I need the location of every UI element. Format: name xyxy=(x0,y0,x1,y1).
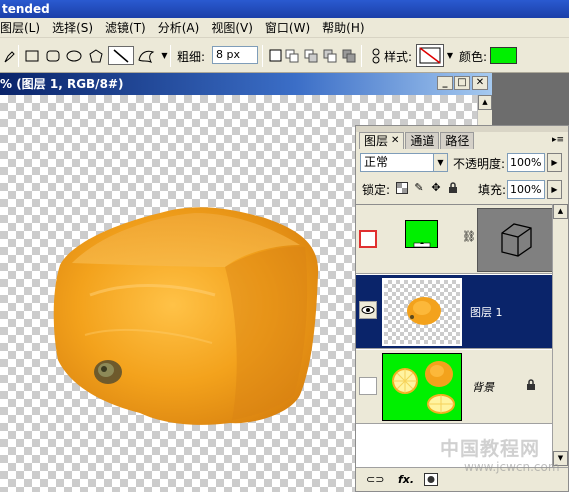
chevron-down-icon[interactable]: ▼ xyxy=(433,154,447,171)
separator xyxy=(262,45,263,67)
custom-shape-icon[interactable] xyxy=(136,46,155,65)
layer-row-adjustment[interactable]: ⛓ xyxy=(356,205,553,274)
intersect-shape-area-icon[interactable] xyxy=(321,46,340,65)
opacity-input[interactable]: 100% xyxy=(507,153,545,172)
maximize-icon[interactable]: □ xyxy=(454,76,470,90)
add-mask-icon[interactable] xyxy=(424,473,438,487)
style-dropdown-icon[interactable]: ▼ xyxy=(445,45,455,66)
layer1-name[interactable]: 图层 1 xyxy=(470,304,503,320)
lock-icon xyxy=(526,379,536,394)
blend-mode-select[interactable]: 正常 ▼ xyxy=(360,153,448,172)
exclude-overlap-icon[interactable] xyxy=(340,46,359,65)
pen-tool-icon[interactable] xyxy=(0,46,19,65)
rectangle-shape-icon[interactable] xyxy=(22,46,41,65)
document-title-bar: % (图层 1, RGB/8#) _ □ ✕ xyxy=(0,73,492,95)
opacity-slider-icon[interactable]: ▶ xyxy=(547,153,562,172)
document-title: % (图层 1, RGB/8#) xyxy=(0,77,124,91)
line-shape-icon[interactable] xyxy=(108,46,134,65)
link-layers-icon[interactable]: ⊂⊃ xyxy=(366,473,384,487)
tab-layers-label: 图层 xyxy=(364,134,389,148)
weight-input[interactable]: 8 px xyxy=(212,46,258,64)
visibility-toggle[interactable] xyxy=(359,377,377,395)
lock-label: 锁定: xyxy=(362,183,391,197)
separator xyxy=(361,45,362,67)
style-label: 样式: xyxy=(384,50,413,64)
panel-menu-icon[interactable]: ▸≡ xyxy=(552,135,564,145)
color-swatch[interactable] xyxy=(490,47,517,64)
weight-label: 粗细: xyxy=(177,50,206,64)
fx-icon[interactable]: fx. xyxy=(398,473,414,487)
panel-tabs: 图层 ✕ 通道 路径 xyxy=(359,132,475,149)
style-picker[interactable] xyxy=(416,44,444,67)
fill-layer-thumbnail[interactable] xyxy=(405,220,438,248)
menu-help[interactable]: 帮助(H) xyxy=(322,19,364,36)
add-to-shape-area-icon[interactable] xyxy=(283,46,302,65)
subtract-shape-area-icon[interactable] xyxy=(302,46,321,65)
scroll-up-icon[interactable]: ▲ xyxy=(553,204,568,219)
app-title-bar: tended xyxy=(0,0,569,18)
link-chain-icon[interactable]: ⛓ xyxy=(462,230,476,243)
layer-list: ⛓ 图层 1 背景 xyxy=(356,204,553,467)
tab-layers[interactable]: 图层 ✕ xyxy=(359,132,405,149)
fill-input[interactable]: 100% xyxy=(507,180,545,199)
scroll-up-icon[interactable]: ▲ xyxy=(478,95,492,110)
tab-channels[interactable]: 通道 xyxy=(405,132,440,149)
tab-paths[interactable]: 路径 xyxy=(440,132,475,149)
tab-channels-label: 通道 xyxy=(410,134,435,148)
link-chain-icon[interactable] xyxy=(366,46,385,65)
visibility-toggle[interactable] xyxy=(359,230,377,248)
lock-all-icon[interactable] xyxy=(447,182,459,194)
layer1-thumbnail[interactable] xyxy=(382,278,462,346)
color-label: 颜色: xyxy=(459,50,488,64)
fill-label: 填充: xyxy=(478,183,507,197)
tab-paths-label: 路径 xyxy=(445,134,470,148)
rounded-rectangle-shape-icon[interactable] xyxy=(43,46,62,65)
menu-window[interactable]: 窗口(W) xyxy=(265,19,310,36)
close-tab-icon[interactable]: ✕ xyxy=(391,133,399,149)
watermark-url: www.jcwcn.com xyxy=(464,460,560,474)
app-title: tended xyxy=(2,2,50,16)
separator xyxy=(170,45,171,67)
opacity-label: 不透明度: xyxy=(453,157,506,171)
menu-select[interactable]: 选择(S) xyxy=(52,19,93,36)
menu-layer[interactable]: 图层(L) xyxy=(0,19,40,36)
layer-row-layer1[interactable]: 图层 1 xyxy=(356,275,552,349)
layer-list-scrollbar[interactable]: ▲ ▼ xyxy=(552,204,568,467)
layer-row-background[interactable]: 背景 xyxy=(356,350,552,424)
fill-slider-icon[interactable]: ▶ xyxy=(547,180,562,199)
vector-mask-thumbnail[interactable] xyxy=(477,208,553,272)
lock-image-pixels-icon[interactable]: ✎ xyxy=(413,182,425,194)
menu-filter[interactable]: 滤镜(T) xyxy=(105,19,146,36)
separator xyxy=(18,45,19,67)
background-layer-name[interactable]: 背景 xyxy=(472,379,494,395)
menu-bar: 图层(L) 选择(S) 滤镜(T) 分析(A) 视图(V) 窗口(W) 帮助(H… xyxy=(0,18,569,38)
watermark: 中国教程网 www.jcwcn.com xyxy=(440,432,568,492)
watermark-text: 中国教程网 xyxy=(440,438,541,460)
lock-position-icon[interactable]: ✥ xyxy=(430,182,442,194)
shape-dropdown-icon[interactable]: ▼ xyxy=(155,46,174,65)
close-icon[interactable]: ✕ xyxy=(472,76,488,90)
minimize-icon[interactable]: _ xyxy=(437,76,453,90)
polygon-shape-icon[interactable] xyxy=(86,46,105,65)
eye-icon[interactable] xyxy=(359,301,377,319)
options-bar: ▼ 粗细: 8 px 样式: ▼ 颜色: xyxy=(0,38,569,73)
menu-view[interactable]: 视图(V) xyxy=(211,19,253,36)
ellipse-shape-icon[interactable] xyxy=(64,46,83,65)
background-thumbnail[interactable] xyxy=(382,353,462,421)
lock-transparent-pixels-icon[interactable] xyxy=(396,182,408,194)
menu-analysis[interactable]: 分析(A) xyxy=(158,19,200,36)
lock-row: 锁定: ✎ ✥ 填充: 100% ▶ xyxy=(356,178,568,200)
blend-mode-value: 正常 xyxy=(364,155,389,169)
